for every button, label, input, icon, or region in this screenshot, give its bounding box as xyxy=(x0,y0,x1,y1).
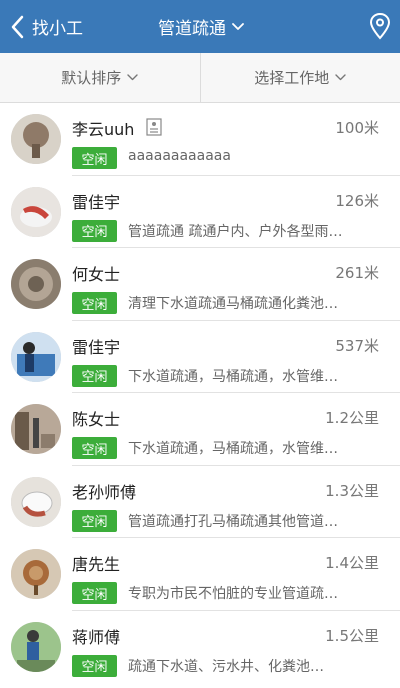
avatar xyxy=(11,259,61,309)
worker-name: 雷佳宇 xyxy=(72,337,121,357)
worker-name: 雷佳宇 xyxy=(72,192,121,212)
avatar xyxy=(11,186,61,237)
worker-row[interactable]: 雷佳宇 126米 空闲 管道疏通 疏通户内、户外各型雨… xyxy=(0,176,400,248)
top-app-bar: 找小工 管道疏通 xyxy=(0,0,400,53)
status-badge: 空闲 xyxy=(72,219,117,242)
status-badge: 空闲 xyxy=(72,582,117,604)
distance-label: 1.4公里 xyxy=(325,554,379,572)
distance-label: 100米 xyxy=(335,119,379,137)
worker-name: 蒋师傅 xyxy=(72,627,121,647)
distance-label: 537米 xyxy=(335,336,379,355)
avatar xyxy=(11,114,61,164)
location-filter-label: 选择工作地 xyxy=(254,69,330,87)
worker-description: 下水道疏通，马桶疏通，水管维… xyxy=(128,441,338,457)
distance-label: 261米 xyxy=(335,264,379,282)
back-label: 找小工 xyxy=(32,19,83,39)
avatar xyxy=(11,621,61,672)
chevron-down-icon xyxy=(335,74,346,81)
map-pin-icon xyxy=(369,12,391,40)
worker-description: 疏通下水道、污水井、化粪池… xyxy=(128,658,324,675)
worker-row[interactable]: 雷佳宇 537米 空闲 下水道疏通，马桶疏通，水管维… xyxy=(0,321,400,393)
status-badge: 空闲 xyxy=(72,147,117,169)
filter-bar: 默认排序 选择工作地 xyxy=(0,53,400,103)
worker-row[interactable]: 陈女士 1.2公里 空闲 下水道疏通，马桶疏通，水管维… xyxy=(0,393,400,466)
status-badge: 空闲 xyxy=(72,292,117,314)
avatar xyxy=(11,404,61,454)
worker-description: 管道疏通 疏通户内、户外各型雨… xyxy=(128,223,343,240)
worker-row[interactable]: 老孙师傅 1.3公里 空闲 管道疏通打孔马桶疏通其他管道… xyxy=(0,466,400,538)
worker-name: 唐先生 xyxy=(72,555,121,574)
chevron-down-icon xyxy=(232,22,244,30)
category-label: 管道疏通 xyxy=(158,19,226,39)
status-badge: 空闲 xyxy=(72,364,117,387)
chevron-left-icon xyxy=(11,15,24,38)
worker-list: 李云uuh 100米 空闲 aaaaaaaaaaaa 雷佳宇 126米 空闲 管… xyxy=(0,103,400,683)
status-badge: 空闲 xyxy=(72,437,117,459)
distance-label: 1.5公里 xyxy=(325,626,379,645)
distance-label: 1.2公里 xyxy=(325,409,379,427)
avatar xyxy=(11,331,61,382)
chevron-down-icon xyxy=(127,74,138,81)
status-badge: 空闲 xyxy=(72,509,117,532)
worker-row[interactable]: 何女士 261米 空闲 清理下水道疏通马桶疏通化粪池… xyxy=(0,248,400,321)
worker-name: 老孙师傅 xyxy=(72,482,137,502)
status-badge: 空闲 xyxy=(72,654,117,677)
worker-name: 何女士 xyxy=(72,265,121,284)
worker-description: 专职为市民不怕脏的专业管道疏… xyxy=(128,586,338,602)
worker-description: aaaaaaaaaaaa xyxy=(128,148,231,164)
worker-description: 下水道疏通，马桶疏通，水管维… xyxy=(128,368,338,385)
avatar xyxy=(11,549,61,599)
worker-description: 清理下水道疏通马桶疏通化粪池… xyxy=(128,296,338,312)
id-card-icon xyxy=(146,118,162,136)
avatar xyxy=(11,476,61,527)
sort-label: 默认排序 xyxy=(61,69,122,87)
category-dropdown[interactable]: 管道疏通 xyxy=(158,0,244,53)
location-button[interactable] xyxy=(368,12,392,40)
back-button[interactable]: 找小工 xyxy=(0,0,83,53)
worker-row[interactable]: 蒋师傅 1.5公里 空闲 疏通下水道、污水井、化粪池… xyxy=(0,611,400,684)
worker-row[interactable]: 唐先生 1.4公里 空闲 专职为市民不怕脏的专业管道疏… xyxy=(0,538,400,611)
location-filter-dropdown[interactable]: 选择工作地 xyxy=(201,53,400,102)
worker-description: 管道疏通打孔马桶疏通其他管道… xyxy=(128,513,338,530)
distance-label: 1.3公里 xyxy=(325,481,379,500)
worker-name: 陈女士 xyxy=(72,410,121,429)
distance-label: 126米 xyxy=(335,191,379,210)
worker-name: 李云uuh xyxy=(72,120,135,139)
sort-dropdown[interactable]: 默认排序 xyxy=(0,53,200,102)
worker-row[interactable]: 李云uuh 100米 空闲 aaaaaaaaaaaa xyxy=(0,103,400,176)
